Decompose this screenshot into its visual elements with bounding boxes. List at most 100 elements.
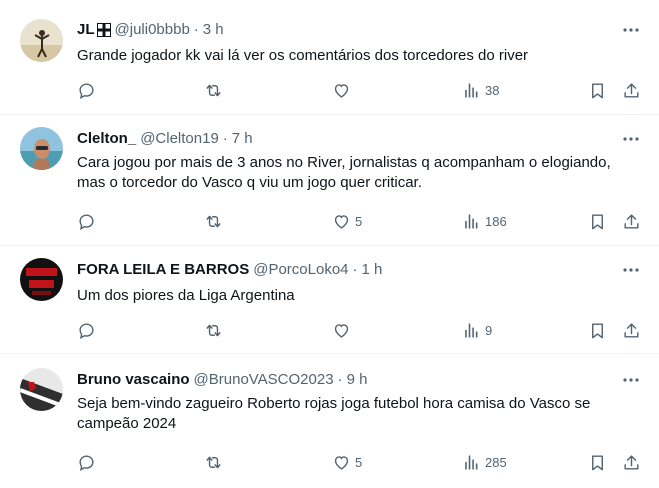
analytics-icon <box>465 322 478 338</box>
separator-dot: · <box>222 130 228 147</box>
share-button[interactable] <box>622 451 641 473</box>
reply-icon <box>79 213 94 230</box>
bookmark-icon <box>592 322 603 338</box>
repost-icon <box>206 84 221 96</box>
repost-button[interactable] <box>204 319 223 341</box>
like-button[interactable]: 5 <box>332 451 362 473</box>
avatar[interactable] <box>20 127 63 170</box>
separator-dot: · <box>193 21 199 38</box>
tweet-header: Bruno vascaino @BrunoVASCO2023 · 9 h <box>77 370 367 390</box>
tweet-header: FORA LEILA E BARROS @PorcoLoko4 · 1 h <box>77 260 382 280</box>
tweet-header: JL @juli0bbbb · 3 h <box>77 20 224 40</box>
repost-icon <box>206 456 221 468</box>
tweet[interactable]: FORA LEILA E BARROS @PorcoLoko4 · 1 h Um… <box>0 246 659 354</box>
repost-button[interactable] <box>204 79 223 101</box>
vasco-flag-avatar-icon <box>20 368 63 411</box>
action-bar: 5 186 <box>0 210 659 232</box>
reply-feed: JL @juli0bbbb · 3 h Grande jogador kk va… <box>0 0 659 488</box>
tweet[interactable]: Clelton_ @Clelton19 · 7 h Cara jogou por… <box>0 115 659 246</box>
man-on-beach-avatar-icon <box>20 19 63 62</box>
tweet-text: Seja bem-vindo zagueiro Roberto rojas jo… <box>77 395 591 432</box>
ellipsis-icon <box>623 268 639 272</box>
ellipsis-icon <box>623 28 639 32</box>
red-text-avatar-icon <box>20 258 63 301</box>
timestamp[interactable]: 9 h <box>347 370 368 390</box>
avatar[interactable] <box>20 19 63 62</box>
view-count: 9 <box>485 322 493 338</box>
more-options-button[interactable] <box>621 20 641 40</box>
views-button[interactable]: 186 <box>462 210 507 232</box>
ellipsis-icon <box>623 378 639 382</box>
user-handle[interactable]: @BrunoVASCO2023 <box>194 370 334 390</box>
share-button[interactable] <box>622 79 641 101</box>
heart-icon <box>334 214 349 229</box>
reply-button[interactable] <box>77 319 96 341</box>
more-options-button[interactable] <box>621 129 641 149</box>
tweet-text: Um dos piores da Liga Argentina <box>77 287 295 304</box>
share-icon <box>624 454 639 470</box>
man-selfie-avatar-icon <box>20 127 63 170</box>
tweet[interactable]: Bruno vascaino @BrunoVASCO2023 · 9 h Sej… <box>0 354 659 488</box>
repost-button[interactable] <box>204 210 223 232</box>
share-button[interactable] <box>622 319 641 341</box>
display-name[interactable]: JL <box>77 20 95 40</box>
bookmark-button[interactable] <box>588 210 607 232</box>
reply-icon <box>79 322 94 339</box>
reply-button[interactable] <box>77 451 96 473</box>
heart-icon <box>334 455 349 470</box>
like-button[interactable] <box>332 319 355 341</box>
views-button[interactable]: 285 <box>462 451 507 473</box>
display-name[interactable]: FORA LEILA E BARROS <box>77 260 249 280</box>
action-bar: 38 <box>0 79 659 101</box>
tweet-header: Clelton_ @Clelton19 · 7 h <box>77 129 253 149</box>
repost-button[interactable] <box>204 451 223 473</box>
analytics-icon <box>465 82 478 98</box>
display-name[interactable]: Clelton_ <box>77 129 136 149</box>
repost-icon <box>206 215 221 227</box>
display-name[interactable]: Bruno vascaino <box>77 370 190 390</box>
cross-flag-icon <box>96 23 111 37</box>
heart-icon <box>334 83 349 98</box>
separator-dot: · <box>337 371 343 388</box>
view-count: 285 <box>485 454 507 470</box>
like-count: 5 <box>355 213 363 229</box>
user-handle[interactable]: @Clelton19 <box>140 129 219 149</box>
tweet-text: Cara jogou por mais de 3 anos no River, … <box>77 154 611 191</box>
ellipsis-icon <box>623 137 639 141</box>
view-count: 38 <box>485 82 500 98</box>
action-bar: 9 <box>0 319 659 341</box>
user-handle[interactable]: @PorcoLoko4 <box>253 260 348 280</box>
share-button[interactable] <box>622 210 641 232</box>
reply-button[interactable] <box>77 210 96 232</box>
separator-dot: · <box>352 261 358 278</box>
bookmark-button[interactable] <box>588 451 607 473</box>
timestamp[interactable]: 3 h <box>203 20 224 40</box>
avatar[interactable] <box>20 258 63 301</box>
timestamp[interactable]: 1 h <box>362 260 383 280</box>
heart-icon <box>334 323 349 338</box>
views-button[interactable]: 38 <box>462 79 499 101</box>
more-options-button[interactable] <box>621 260 641 280</box>
share-icon <box>624 213 639 229</box>
reply-icon <box>79 454 94 471</box>
bookmark-icon <box>592 454 603 470</box>
share-icon <box>624 322 639 338</box>
view-count: 186 <box>485 213 507 229</box>
share-icon <box>624 82 639 98</box>
more-options-button[interactable] <box>621 370 641 390</box>
like-button[interactable] <box>332 79 355 101</box>
bookmark-button[interactable] <box>588 79 607 101</box>
views-button[interactable]: 9 <box>462 319 492 341</box>
tweet-text: Grande jogador kk vai lá ver os comentár… <box>77 47 529 64</box>
bookmark-button[interactable] <box>588 319 607 341</box>
user-handle[interactable]: @juli0bbbb <box>115 20 190 40</box>
like-button[interactable]: 5 <box>332 210 362 232</box>
bookmark-icon <box>592 82 603 98</box>
avatar[interactable] <box>20 368 63 411</box>
timestamp[interactable]: 7 h <box>232 129 253 149</box>
reply-button[interactable] <box>77 79 96 101</box>
tweet[interactable]: JL @juli0bbbb · 3 h Grande jogador kk va… <box>0 0 659 115</box>
action-bar: 5 285 <box>0 451 659 473</box>
bookmark-icon <box>592 213 603 229</box>
repost-icon <box>206 324 221 336</box>
